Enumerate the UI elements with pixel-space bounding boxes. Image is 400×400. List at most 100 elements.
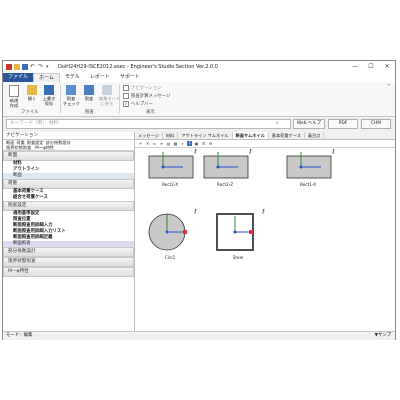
app-window: ↶ ↷ ▾ DoiH24H29-ISCE2012.esec - Engineer… bbox=[2, 60, 396, 340]
calc-button[interactable]: 照査 bbox=[81, 85, 97, 101]
navigation-checkbox-label: ナビゲーション bbox=[131, 86, 162, 91]
open-button[interactable]: 開く bbox=[24, 85, 40, 101]
edit-mode-label: 編集モード に戻る bbox=[99, 96, 120, 106]
ribbon-group-view: 表示 bbox=[146, 110, 155, 115]
web-help-button[interactable]: Web ヘルプ bbox=[293, 119, 325, 129]
save-label: 上書き 保存 bbox=[42, 96, 56, 106]
pdf-button[interactable]: PDF bbox=[328, 119, 358, 129]
checkbox-checked-icon: ✓ bbox=[123, 101, 129, 107]
marker bbox=[183, 230, 187, 234]
origin-point bbox=[233, 230, 237, 234]
add-icon[interactable]: + bbox=[138, 141, 143, 146]
help-icon[interactable]: ? bbox=[187, 141, 192, 146]
redo-icon[interactable]: ↷ bbox=[38, 64, 44, 70]
section-thumbnail[interactable]: ⚷ Rect2-X bbox=[145, 148, 198, 194]
section-thumbnail[interactable]: ⚷ Circ1 bbox=[145, 208, 197, 260]
status-right: ▼サンプ bbox=[374, 333, 391, 338]
main-tab[interactable]: 着目点 bbox=[305, 132, 325, 139]
nav-tab-limit-state[interactable]: 限界状態照査 bbox=[6, 145, 31, 150]
dropdown-icon[interactable]: ▾ bbox=[46, 64, 52, 70]
thumbnail-label: Rect2-Z bbox=[216, 182, 234, 187]
open-folder-icon[interactable] bbox=[14, 64, 20, 70]
menu-model[interactable]: モデル bbox=[60, 73, 85, 82]
zoom-icon[interactable]: ⌕ bbox=[180, 141, 185, 146]
nav-section-header[interactable]: 断面 bbox=[3, 151, 134, 161]
ribbon: 新規 作成 開く 上書き 保存 ファイル 照査 チェック 照査 編集モード に戻… bbox=[3, 82, 395, 117]
section-thumbnail[interactable]: ⚷ Rect2-Z bbox=[200, 148, 253, 194]
section-thumbnail[interactable]: ⚷ Steel bbox=[213, 208, 265, 260]
menu-file[interactable]: ファイル bbox=[3, 73, 34, 82]
search-input[interactable]: キーワード（例）：材料 bbox=[6, 119, 291, 129]
checkbox-unchecked-icon bbox=[123, 93, 129, 99]
delete-icon[interactable]: ✕ bbox=[145, 141, 150, 146]
thumbnail-label: Circ1 bbox=[164, 255, 176, 260]
grid-icon[interactable]: ▦ bbox=[173, 141, 178, 146]
checkbox-unchecked-icon bbox=[123, 85, 129, 91]
message-checkbox[interactable]: 照査計算メッセージ bbox=[123, 93, 170, 99]
check-button[interactable]: 照査 チェック bbox=[63, 85, 80, 106]
navigation-panel: ナビゲーション 断面 荷重 照査設定 部分係数設計 限界状態照査 M〜φ特性 断… bbox=[3, 132, 135, 331]
navigation-checkbox[interactable]: ナビゲーション bbox=[123, 85, 162, 91]
section-thumbnail-graphic bbox=[148, 213, 187, 251]
menu-home[interactable]: ホーム bbox=[33, 73, 60, 82]
list-icon[interactable]: ☰ bbox=[201, 141, 206, 146]
origin-point bbox=[165, 230, 169, 234]
save-icon[interactable] bbox=[22, 64, 28, 70]
search-icon[interactable]: ⌕ bbox=[276, 120, 279, 126]
nav-section-header[interactable]: 部分係数設計 bbox=[3, 247, 134, 257]
undo-icon[interactable]: ↶ bbox=[30, 64, 36, 70]
maximize-button[interactable]: ☐ bbox=[363, 61, 379, 73]
minimize-button[interactable]: — bbox=[347, 61, 363, 73]
collapse-ribbon-icon[interactable]: ^ bbox=[387, 84, 391, 90]
nav-section-header[interactable]: 荷重 bbox=[3, 179, 134, 189]
menu-support[interactable]: サポート bbox=[115, 73, 145, 82]
origin-point bbox=[299, 165, 303, 169]
ribbon-group-check: 照査 bbox=[85, 110, 94, 115]
copy-icon[interactable]: ▭ bbox=[152, 141, 157, 146]
section-thumbnail[interactable]: ⚷ Rect1-X bbox=[283, 148, 336, 194]
main-tab[interactable]: アウトライン サムネイル bbox=[178, 132, 233, 139]
close-button[interactable]: ✕ bbox=[379, 61, 395, 73]
thumbnail-label: Rect2-X bbox=[161, 182, 179, 187]
menu-report[interactable]: レポート bbox=[85, 73, 115, 82]
main-tab[interactable]: 材料 bbox=[163, 132, 179, 139]
thumbnail-label: Rect1-X bbox=[299, 182, 317, 187]
key-icon: ⚷ bbox=[331, 148, 336, 155]
message-checkbox-label: 照査計算メッセージ bbox=[131, 94, 171, 99]
properties-icon[interactable]: ▤ bbox=[166, 141, 171, 146]
main-tab[interactable]: 断面サムネイル bbox=[232, 132, 269, 139]
status-mode: モード：編集 bbox=[6, 333, 33, 338]
open-label: 開く bbox=[27, 96, 37, 101]
app-icon bbox=[6, 64, 12, 70]
navigation-header: ナビゲーション bbox=[3, 132, 134, 140]
settings-icon[interactable]: ⚙ bbox=[208, 141, 213, 146]
main-tab[interactable]: メッセージ bbox=[135, 132, 163, 139]
calc-label: 照査 bbox=[84, 96, 94, 101]
key-icon: ⚷ bbox=[193, 148, 198, 155]
main-toolbar: + ✕ ▭ ≡ ▤ ▦ ⌕ ? ▣ ☰ ⚙ bbox=[135, 140, 395, 148]
nav-section-header[interactable]: M〜φ特性 bbox=[3, 267, 134, 277]
move-icon[interactable]: ≡ bbox=[159, 141, 164, 146]
nav-tab-m-phi[interactable]: M〜φ特性 bbox=[35, 145, 54, 150]
calculate-icon bbox=[84, 85, 94, 95]
chm-button[interactable]: CHM bbox=[361, 119, 391, 129]
open-folder-icon bbox=[27, 85, 37, 95]
ribbon-separator bbox=[119, 85, 120, 113]
key-icon: ⚷ bbox=[248, 148, 253, 155]
nav-sections: 断面 材料 アウトライン 断面 荷重 基本荷重ケース 組合せ荷重ケース 照査設定 適用基準設定照… bbox=[3, 151, 134, 277]
nav-section-header[interactable]: 限界状態照査 bbox=[3, 257, 134, 267]
save-button[interactable]: 上書き 保存 bbox=[41, 85, 57, 106]
edit-mode-button[interactable]: 編集モード に戻る bbox=[99, 85, 120, 106]
search-row: キーワード（例）：材料 ⌕ Web ヘルプ PDF CHM bbox=[3, 117, 395, 131]
save-icon bbox=[44, 85, 54, 95]
view-icon[interactable]: ▣ bbox=[194, 141, 199, 146]
status-bar: モード：編集 ▼サンプ bbox=[3, 331, 395, 340]
helpbar-checkbox[interactable]: ✓ ヘルプバー bbox=[123, 101, 153, 107]
check-label: 照査 チェック bbox=[63, 96, 80, 106]
main-tab[interactable]: 基本荷重ケース bbox=[269, 132, 305, 139]
quick-access-toolbar: ↶ ↷ ▾ bbox=[6, 64, 52, 70]
new-button[interactable]: 新規 作成 bbox=[6, 85, 22, 108]
edit-mode-icon bbox=[102, 85, 112, 95]
origin-point bbox=[161, 165, 165, 169]
nav-section-header[interactable]: 照査設定 bbox=[3, 201, 134, 211]
